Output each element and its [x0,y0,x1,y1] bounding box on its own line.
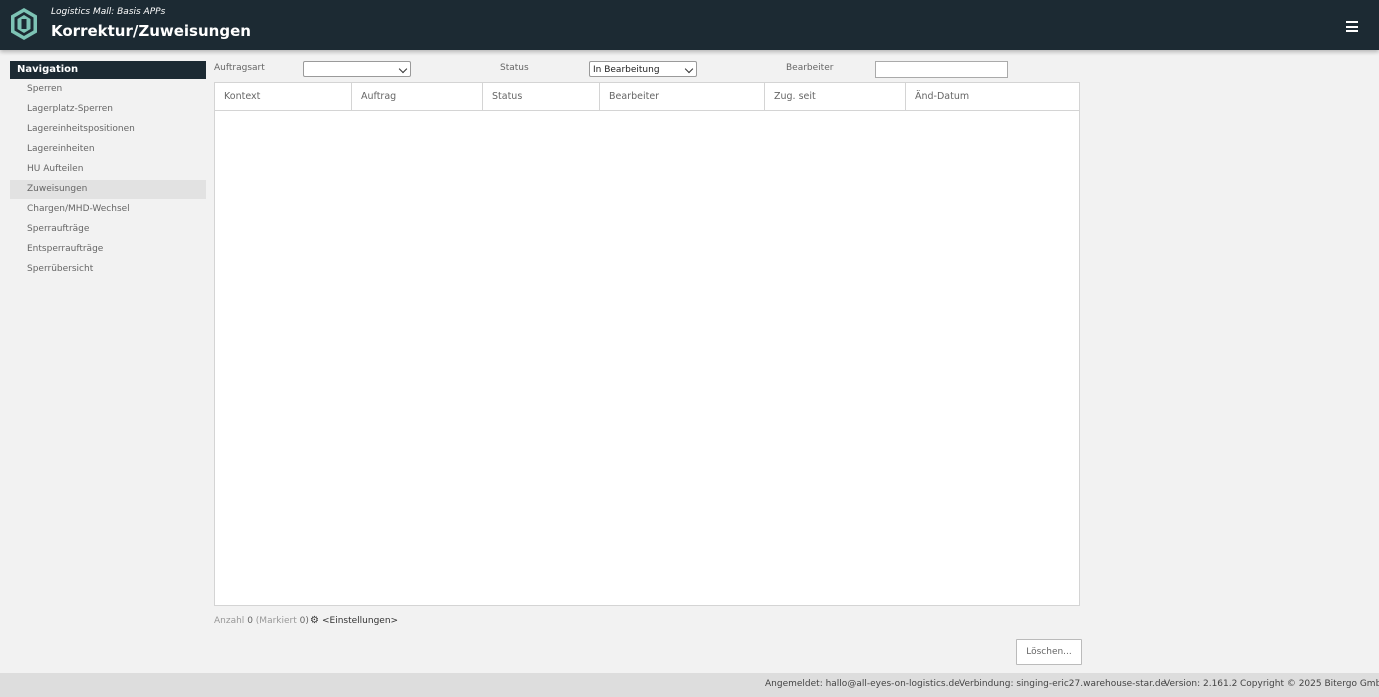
gear-icon: ⚙ [310,615,319,626]
navigation-panel: Navigation Sperren Lagerplatz-Sperren La… [10,61,206,279]
marked-label: (Markiert [255,616,297,626]
footer-copyright: Copyright © 2025 Bitergo GmbH [1240,679,1379,689]
nav-item-lagereinheiten[interactable]: Lagereinheiten [10,140,206,159]
record-count: Anzahl 0 (Markiert 0) [214,616,309,626]
table-header-row: Kontext Auftrag Status Bearbeiter Zug. s… [215,83,1079,111]
nav-item-sperren[interactable]: Sperren [10,80,206,99]
hamburger-menu-icon[interactable] [1346,21,1358,32]
column-header-aend-datum[interactable]: Änd-Datum [906,83,1079,110]
marked-value: 0) [299,616,309,626]
bearbeiter-input[interactable] [875,61,1008,78]
app-logo-icon [11,8,37,40]
status-select[interactable]: In Bearbeitung [589,61,697,77]
column-header-kontext[interactable]: Kontext [215,83,352,110]
nav-item-sperrauftraege[interactable]: Sperraufträge [10,220,206,239]
auftragsart-select[interactable] [303,61,411,77]
nav-item-lagereinheitspositionen[interactable]: Lagereinheitspositionen [10,120,206,139]
column-header-bearbeiter[interactable]: Bearbeiter [600,83,765,110]
nav-item-lagerplatz-sperren[interactable]: Lagerplatz-Sperren [10,100,206,119]
nav-item-sperruebersicht[interactable]: Sperrübersicht [10,260,206,279]
nav-item-hu-aufteilen[interactable]: HU Aufteilen [10,160,206,179]
column-header-zug-seit[interactable]: Zug. seit [765,83,906,110]
column-header-status[interactable]: Status [483,83,600,110]
footer-user: Angemeldet: hallo@all-eyes-on-logistics.… [765,679,960,689]
chevron-down-icon [398,64,408,74]
app-header: Logistics Mall: Basis APPs Korrektur/Zuw… [0,0,1379,50]
status-footer: Angemeldet: hallo@all-eyes-on-logistics.… [0,673,1379,697]
chevron-down-icon [684,64,694,74]
app-subtitle: Logistics Mall: Basis APPs [51,7,166,17]
status-value: In Bearbeitung [593,65,660,75]
page-title: Korrektur/Zuweisungen [51,22,251,40]
bearbeiter-label: Bearbeiter [786,63,834,73]
navigation-title: Navigation [10,61,206,79]
delete-button[interactable]: Löschen... [1016,639,1082,665]
footer-version: Version: 2.161.2 [1164,679,1238,689]
status-label: Status [500,63,529,73]
count-value: 0 [247,616,253,626]
settings-link[interactable]: ⚙ <Einstellungen> [310,615,398,626]
assignments-table: Kontext Auftrag Status Bearbeiter Zug. s… [214,82,1080,606]
nav-item-zuweisungen[interactable]: Zuweisungen [10,180,206,199]
settings-label: <Einstellungen> [321,616,399,626]
count-label: Anzahl [214,616,245,626]
column-header-auftrag[interactable]: Auftrag [352,83,483,110]
footer-connection: Verbindung: singing-eric27.warehouse-sta… [959,679,1167,689]
nav-item-chargen-mhd-wechsel[interactable]: Chargen/MHD-Wechsel [10,200,206,219]
nav-item-entsperrauftraege[interactable]: Entsperraufträge [10,240,206,259]
auftragsart-label: Auftragsart [214,63,265,73]
